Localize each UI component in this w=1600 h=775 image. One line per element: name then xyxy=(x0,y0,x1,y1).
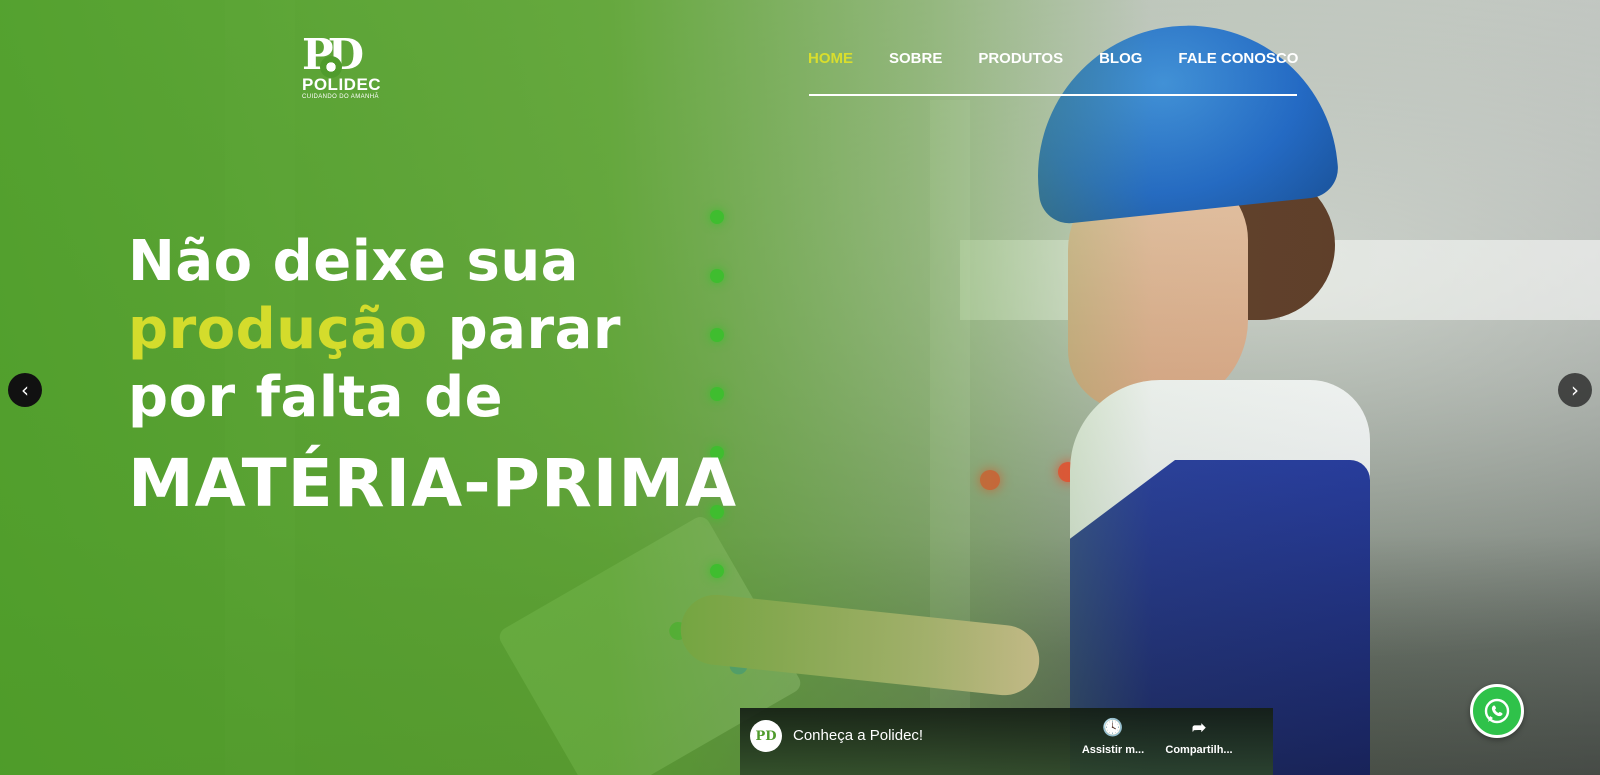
logo-mark: PD xyxy=(302,30,364,79)
whatsapp-icon xyxy=(1484,698,1510,724)
carousel-prev-button[interactable]: ‹ xyxy=(8,373,42,407)
logo[interactable]: PD POLIDEC CUIDANDO DO AMANHÃ xyxy=(302,30,382,101)
share-icon: ➦ xyxy=(1191,718,1207,737)
nav-item-produtos[interactable]: PRODUTOS xyxy=(978,50,1063,67)
nav-item-fale-conosco[interactable]: FALE CONOSCO xyxy=(1178,50,1298,67)
video-embed[interactable]: PD Conheça a Polidec! 🕓 Assistir m... ➦ … xyxy=(740,708,1273,775)
headline-line-2-rest: parar xyxy=(427,297,621,362)
globe-icon xyxy=(320,56,342,78)
share-button[interactable]: ➦ Compartilh... xyxy=(1164,718,1234,756)
clock-icon: 🕓 xyxy=(1102,718,1124,737)
nav-item-blog[interactable]: BLOG xyxy=(1099,50,1142,67)
carousel-next-button[interactable]: › xyxy=(1558,373,1592,407)
share-label: Compartilh... xyxy=(1165,744,1233,756)
hero-slider: PD POLIDEC CUIDANDO DO AMANHÃ HOME SOBRE… xyxy=(0,0,1600,775)
headline-emphasis: MATÉRIA-PRIMA xyxy=(128,445,738,522)
main-nav: HOME SOBRE PRODUTOS BLOG FALE CONOSCO xyxy=(808,50,1298,67)
hero-headline: Não deixe sua produção parar por falta d… xyxy=(128,228,737,524)
watch-later-button[interactable]: 🕓 Assistir m... xyxy=(1078,718,1148,756)
decorative-dot xyxy=(710,564,724,578)
nav-item-home[interactable]: HOME xyxy=(808,50,853,67)
headline-line-1: Não deixe sua xyxy=(128,229,579,294)
nav-underline xyxy=(809,94,1297,96)
headline-line-3: por falta de xyxy=(128,365,504,430)
headline-accent-word: produção xyxy=(128,297,428,362)
headline-line-2: produção parar xyxy=(128,296,737,364)
logo-tagline: CUIDANDO DO AMANHÃ xyxy=(302,94,379,100)
decorative-dot xyxy=(710,210,724,224)
video-title[interactable]: Conheça a Polidec! xyxy=(793,727,923,744)
whatsapp-button[interactable] xyxy=(1470,684,1524,738)
chevron-right-icon: › xyxy=(1571,378,1579,402)
nav-item-sobre[interactable]: SOBRE xyxy=(889,50,942,67)
chevron-left-icon: ‹ xyxy=(21,378,29,402)
channel-avatar[interactable]: PD xyxy=(750,720,782,752)
watch-later-label: Assistir m... xyxy=(1081,744,1145,756)
